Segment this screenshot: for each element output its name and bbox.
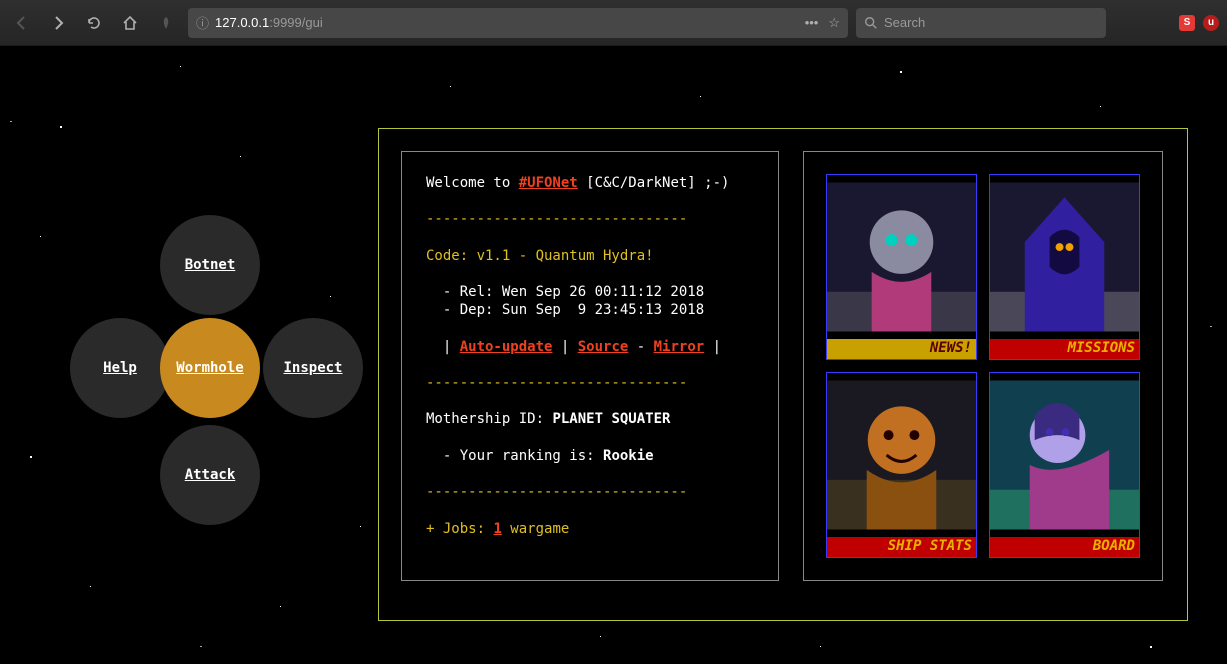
nav-inspect[interactable]: Inspect xyxy=(263,318,363,418)
tile-board[interactable]: BOARD xyxy=(989,372,1140,558)
extension-ublock-icon[interactable]: u xyxy=(1203,15,1219,31)
divider: ------------------------------- xyxy=(426,211,687,227)
jobs-pre: + Jobs: xyxy=(426,521,493,537)
search-placeholder: Search xyxy=(884,15,925,30)
tile-missions[interactable]: MISSIONS xyxy=(989,174,1140,360)
link-auto-update[interactable]: Auto-update xyxy=(460,339,553,355)
nav-help[interactable]: Help xyxy=(70,318,170,418)
tile-shipstats[interactable]: SHIP STATS xyxy=(826,372,977,558)
app-icon xyxy=(152,9,180,37)
info-box: Welcome to #UFONet [C&C/DarkNet] ;-) ---… xyxy=(401,151,779,581)
search-bar[interactable]: Search xyxy=(856,8,1106,38)
tile-missions-caption: MISSIONS xyxy=(990,339,1139,359)
reload-button[interactable] xyxy=(80,9,108,37)
page-actions-icon[interactable]: ••• xyxy=(805,15,819,31)
tile-missions-image xyxy=(990,175,1139,339)
rank-pre: - Your ranking is: xyxy=(426,448,603,464)
mothership-id: PLANET SQUATER xyxy=(552,411,670,427)
circle-nav: Botnet Help Wormhole Inspect Attack xyxy=(70,215,350,535)
dep-line: - Dep: Sun Sep 9 23:45:13 2018 xyxy=(426,302,704,318)
rank-value: Rookie xyxy=(603,448,654,464)
tile-board-image xyxy=(990,373,1139,537)
divider: ------------------------------- xyxy=(426,484,687,500)
nav-botnet[interactable]: Botnet xyxy=(160,215,260,315)
project-link[interactable]: #UFONet xyxy=(519,175,578,191)
nav-wormhole[interactable]: Wormhole xyxy=(160,318,260,418)
tile-board-caption: BOARD xyxy=(990,537,1139,557)
tile-shipstats-caption: SHIP STATS xyxy=(827,537,976,557)
jobs-count-link[interactable]: 1 xyxy=(493,521,501,537)
tiles-box: NEWS! MISSIONS SHIP STATS BOARD xyxy=(803,151,1163,581)
link-source[interactable]: Source xyxy=(578,339,629,355)
mothership-label: Mothership ID: xyxy=(426,411,552,427)
forward-button[interactable] xyxy=(44,9,72,37)
rel-line: - Rel: Wen Sep 26 00:11:12 2018 xyxy=(426,284,704,300)
tile-news-image xyxy=(827,175,976,339)
bookmark-star-icon[interactable]: ☆ xyxy=(828,15,840,31)
code-line: Code: v1.1 - Quantum Hydra! xyxy=(426,248,654,264)
extension-s-icon[interactable]: S xyxy=(1179,15,1195,31)
welcome-post: [C&C/DarkNet] ;-) xyxy=(578,175,730,191)
extension-icons: S u xyxy=(1179,15,1219,31)
nav-attack[interactable]: Attack xyxy=(160,425,260,525)
search-icon xyxy=(864,16,878,30)
home-button[interactable] xyxy=(116,9,144,37)
welcome-pre: Welcome to xyxy=(426,175,519,191)
tile-shipstats-image xyxy=(827,373,976,537)
tile-news[interactable]: NEWS! xyxy=(826,174,977,360)
jobs-post: wargame xyxy=(502,521,569,537)
browser-toolbar: ⓘ 127.0.0.1:9999/gui ••• ☆ Search S u xyxy=(0,0,1227,46)
back-button[interactable] xyxy=(8,9,36,37)
url-bar[interactable]: ⓘ 127.0.0.1:9999/gui ••• ☆ xyxy=(188,8,848,38)
main-panel: Welcome to #UFONet [C&C/DarkNet] ;-) ---… xyxy=(378,128,1188,621)
info-icon: ⓘ xyxy=(196,13,209,32)
link-mirror[interactable]: Mirror xyxy=(654,339,705,355)
divider: ------------------------------- xyxy=(426,375,687,391)
url-rest: :9999/gui xyxy=(269,15,323,30)
tile-news-caption: NEWS! xyxy=(827,339,976,359)
url-host: 127.0.0.1 xyxy=(215,15,269,30)
